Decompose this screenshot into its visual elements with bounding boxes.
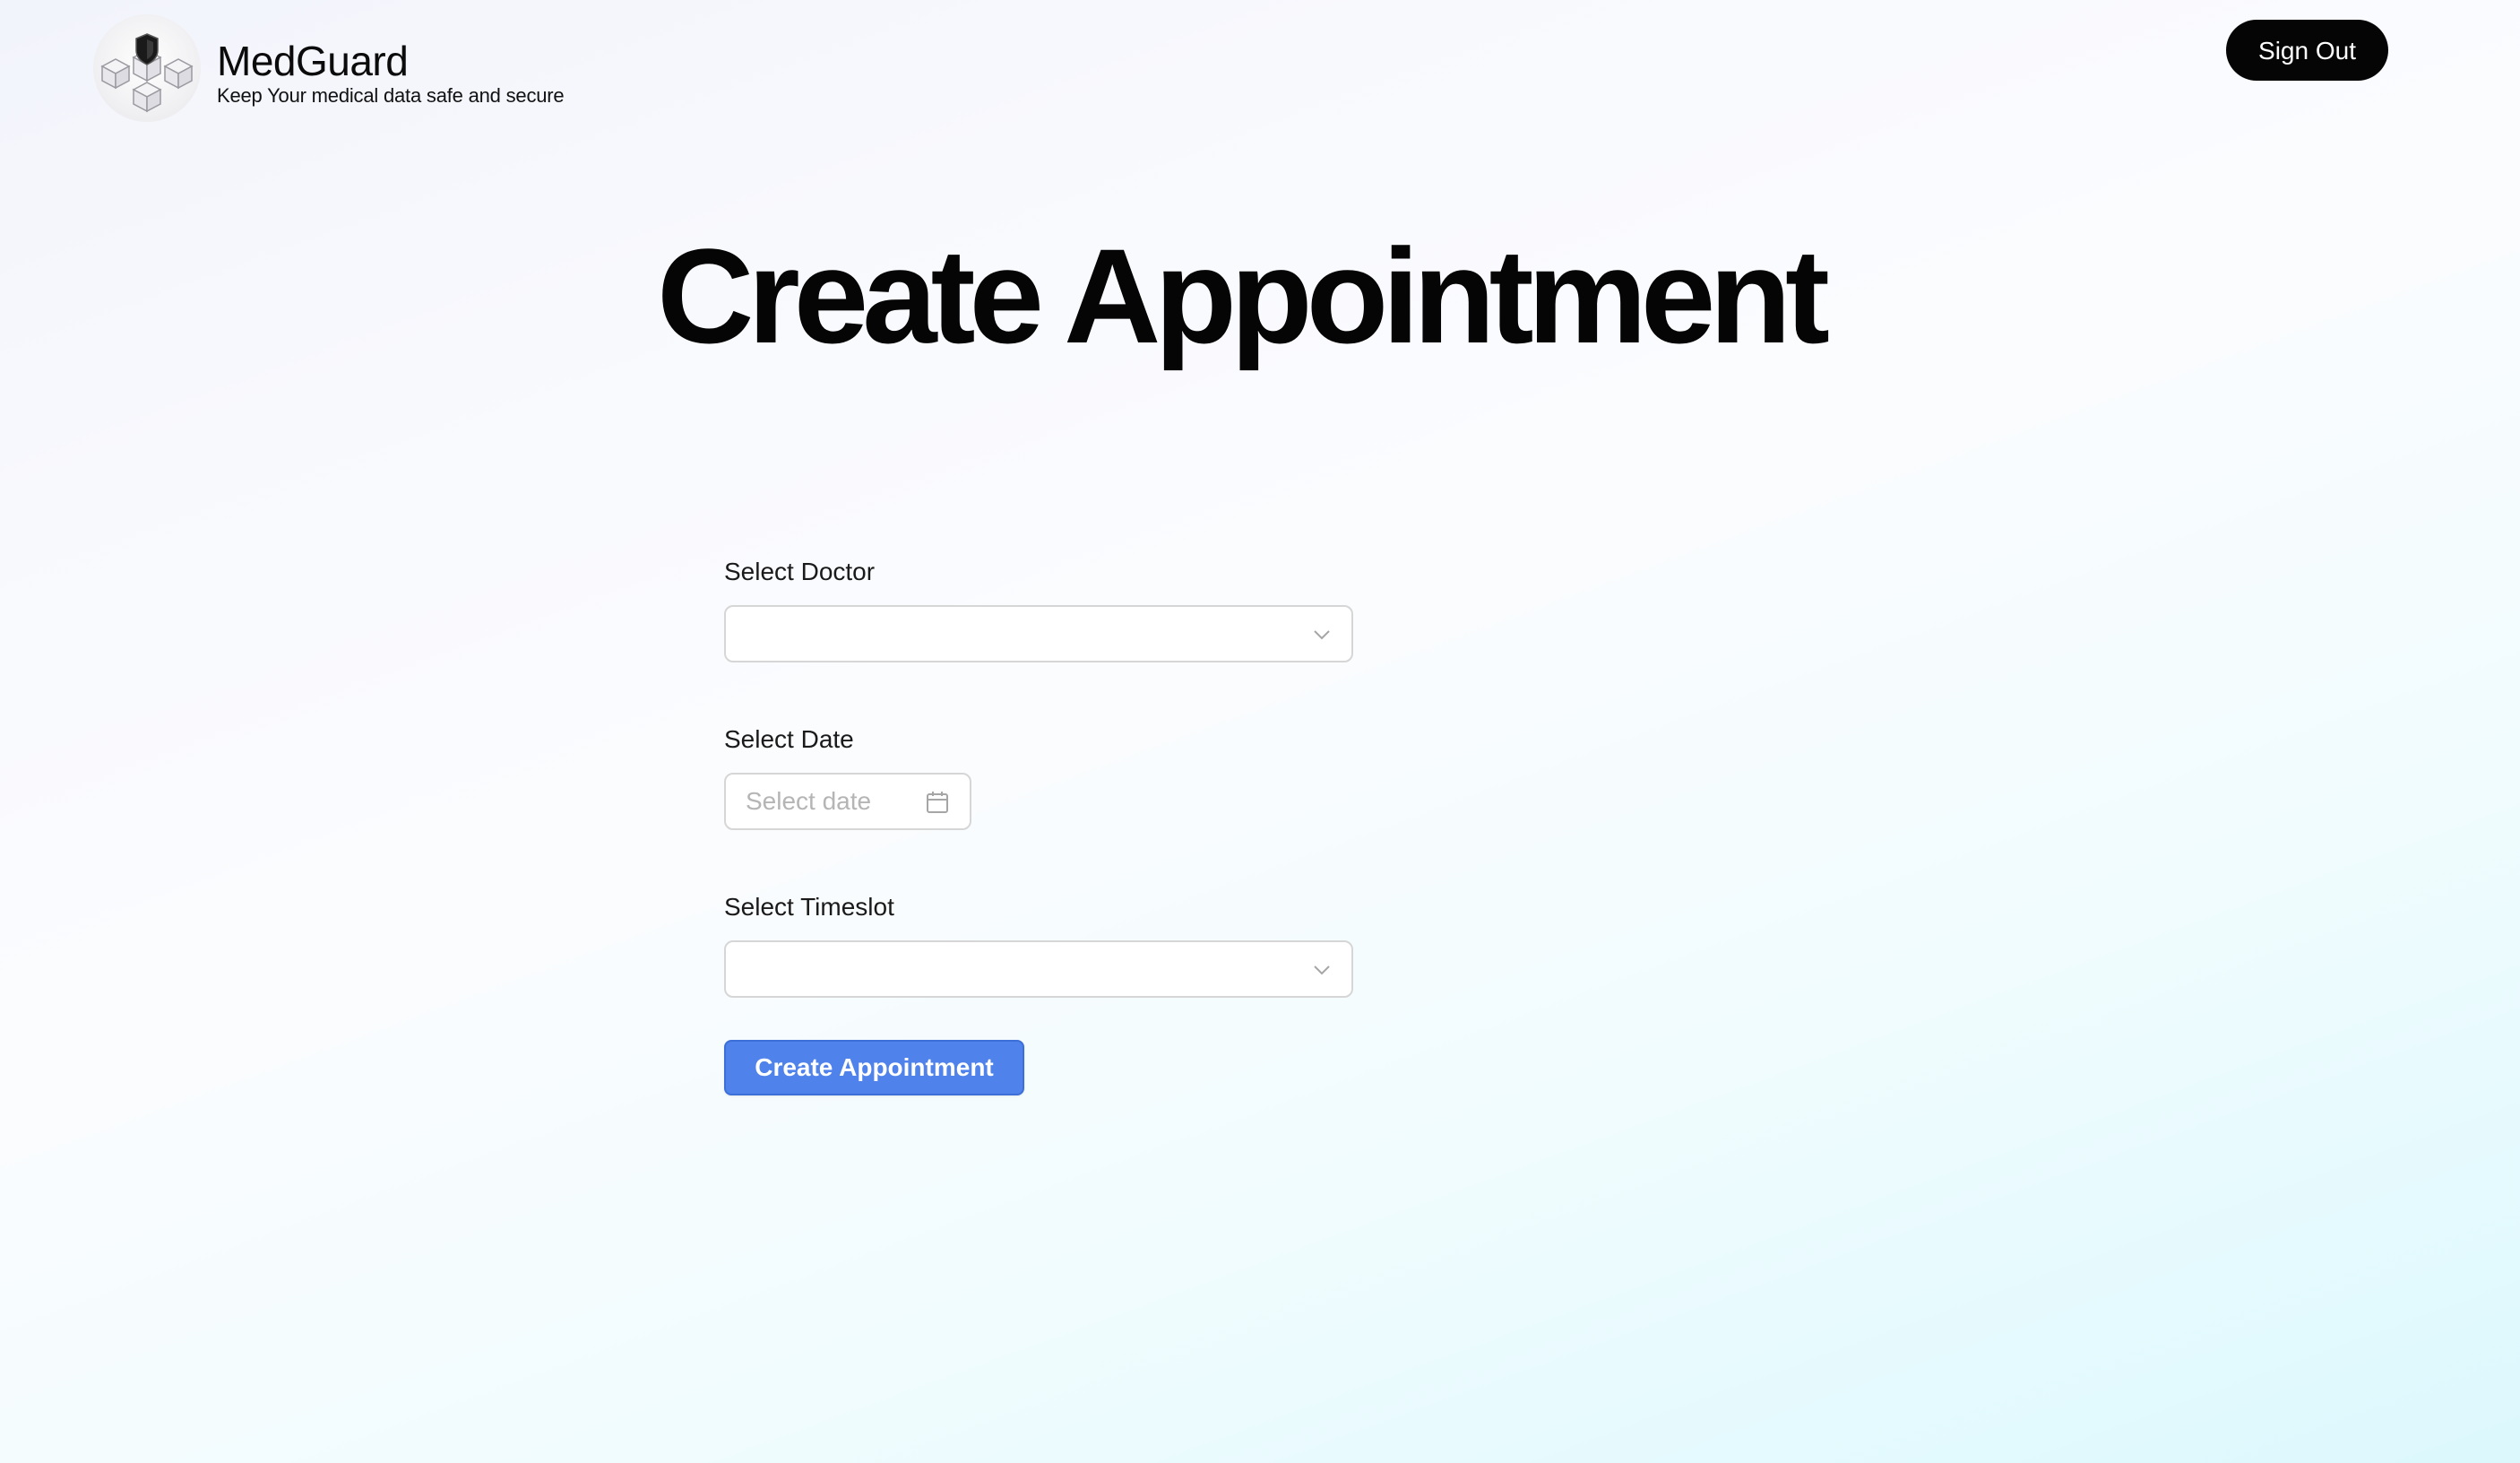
chevron-down-icon xyxy=(1314,965,1330,975)
date-picker[interactable] xyxy=(724,773,971,830)
doctor-label: Select Doctor xyxy=(724,558,876,585)
brand-name: MedGuard xyxy=(217,38,409,84)
timeslot-label: Select Timeslot xyxy=(724,893,894,921)
date-input[interactable] xyxy=(746,775,916,828)
date-label: Select Date xyxy=(724,725,854,753)
chevron-down-icon xyxy=(1314,630,1330,640)
header: MedGuard Keep Your medical data safe and… xyxy=(0,0,2520,134)
page-title: Create Appointment xyxy=(657,221,1830,371)
appointment-form: Select Doctor Select Date Select Timeslo… xyxy=(724,554,1353,1095)
brand-text: MedGuard Keep Your medical data safe and… xyxy=(217,38,565,108)
sign-out-button[interactable]: Sign Out xyxy=(2226,20,2388,81)
calendar-icon[interactable] xyxy=(925,790,950,815)
shield-cubes-logo-icon xyxy=(93,14,201,122)
brand-tagline: Keep Your medical data safe and secure xyxy=(217,84,565,107)
brand[interactable]: MedGuard Keep Your medical data safe and… xyxy=(93,14,565,122)
doctor-select[interactable] xyxy=(724,605,1353,662)
create-appointment-button[interactable]: Create Appointment xyxy=(724,1040,1024,1095)
timeslot-select[interactable] xyxy=(724,940,1353,998)
